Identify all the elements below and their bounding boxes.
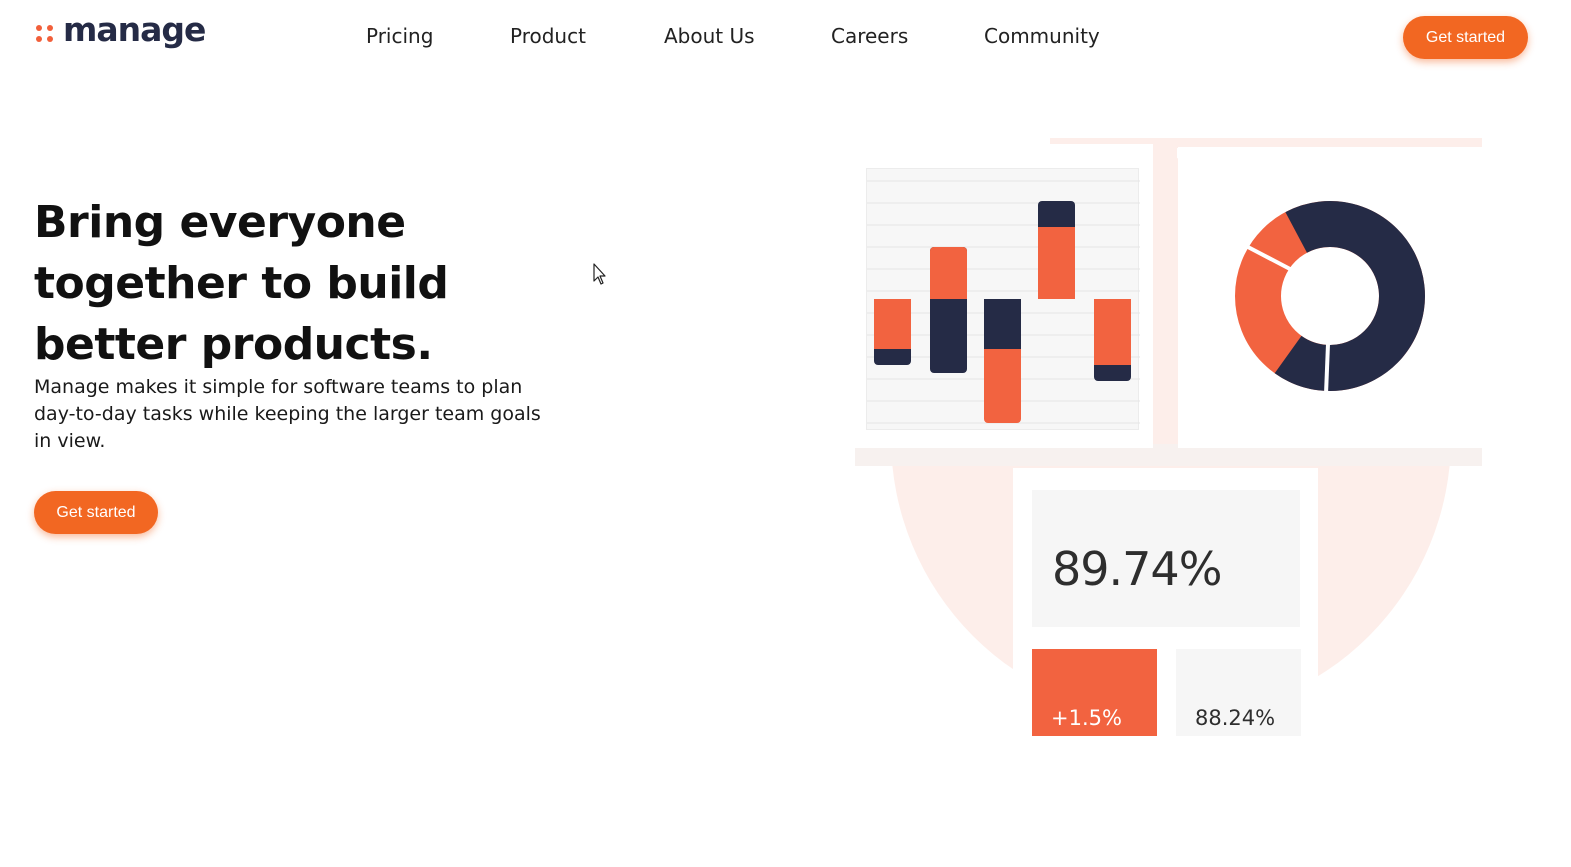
hero-title-line: better products. — [34, 319, 433, 370]
chart-bar — [874, 299, 911, 365]
logo-text: manage — [63, 9, 206, 49]
nav-pricing[interactable]: Pricing — [366, 24, 433, 48]
bar-chart-graphic — [867, 180, 1140, 424]
chart-bar — [1038, 201, 1075, 299]
logo-mark-icon — [36, 24, 53, 42]
chart-bar — [1094, 299, 1131, 381]
chart-bar — [984, 299, 1021, 423]
nav-about-us[interactable]: About Us — [664, 24, 755, 48]
hero-get-started-button[interactable]: Get started — [34, 491, 158, 534]
illustration-background-divider — [1153, 138, 1177, 468]
stat-secondary-tile: 88.24% — [1176, 649, 1301, 736]
stat-change-tile: +1.5% — [1032, 649, 1157, 736]
stat-secondary-value: 88.24% — [1195, 706, 1276, 730]
nav-community[interactable]: Community — [984, 24, 1100, 48]
donut-chart-card — [1178, 147, 1482, 448]
stat-main-tile: 89.74% — [1032, 490, 1300, 627]
donut-chart — [1235, 201, 1425, 395]
nav-careers[interactable]: Careers — [831, 24, 908, 48]
mouse-cursor-icon — [593, 263, 606, 285]
hero-subtitle: Manage makes it simple for software team… — [34, 376, 541, 452]
stats-card: 89.74% +1.5% 88.24% — [1013, 468, 1318, 736]
bar-chart-card — [855, 144, 1153, 448]
header-get-started-button[interactable]: Get started — [1403, 16, 1528, 59]
stat-main-value: 89.74% — [1052, 542, 1222, 596]
chart-bar — [930, 247, 967, 373]
hero-title: Bring everyone together to build better … — [34, 192, 554, 375]
hero-illustration: 89.74% +1.5% 88.24% — [855, 138, 1482, 736]
hero-title-line: Bring everyone — [34, 197, 406, 248]
hero-title-line: together to build — [34, 258, 449, 309]
bar-chart — [866, 168, 1140, 430]
stat-change-value: +1.5% — [1051, 706, 1122, 730]
nav-product[interactable]: Product — [510, 24, 586, 48]
logo[interactable]: manage — [36, 9, 206, 52]
